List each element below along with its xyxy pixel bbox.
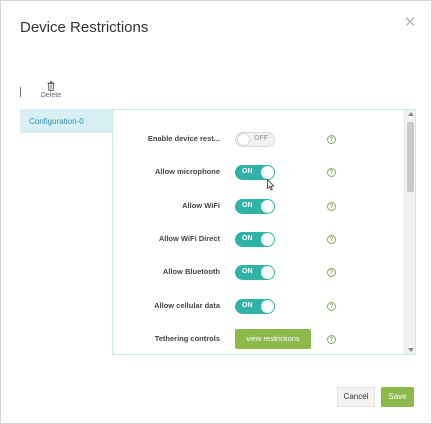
toggle-knob <box>237 133 250 146</box>
trash-icon <box>47 81 55 91</box>
delete-label: Delete <box>40 92 62 99</box>
cancel-button[interactable]: Cancel <box>337 387 375 407</box>
toggle-knob <box>261 266 274 279</box>
save-button[interactable]: Save <box>381 387 414 407</box>
device-restrictions-dialog: Device Restrictions ✕ Delete Configurati… <box>0 0 432 424</box>
setting-label: Tethering controls <box>154 334 220 343</box>
toolbar-divider <box>20 87 21 97</box>
configuration-list: Configuration-0 <box>20 109 112 355</box>
toggle-knob <box>261 300 274 313</box>
setting-row-allow-bluetooth: Allow Bluetooth ON ? <box>113 262 403 282</box>
delete-button[interactable]: Delete <box>37 81 65 99</box>
view-restrictions-button[interactable]: view restrictions <box>235 329 311 349</box>
setting-row-tethering-controls: Tethering controls view restrictions ? <box>113 329 403 349</box>
help-icon[interactable]: ? <box>327 168 336 177</box>
setting-label: Allow WiFi <box>182 201 220 210</box>
scroll-down-arrow-icon[interactable] <box>408 348 414 352</box>
toggle-state: ON <box>242 302 253 309</box>
setting-row-allow-wifi-direct: Allow WiFi Direct ON ? <box>113 229 403 249</box>
setting-row-allow-cellular-data: Allow cellular data ON ? <box>113 296 403 316</box>
help-icon[interactable]: ? <box>327 235 336 244</box>
setting-label: Allow WiFi Direct <box>158 234 220 243</box>
scroll-up-arrow-icon[interactable] <box>408 112 414 116</box>
toggle-knob <box>261 233 274 246</box>
configuration-item[interactable]: Configuration-0 <box>20 109 112 133</box>
allow-cellular-data-toggle[interactable]: ON <box>235 299 275 314</box>
mouse-cursor-icon <box>267 179 275 191</box>
help-icon[interactable]: ? <box>327 202 336 211</box>
toggle-state: OFF <box>254 135 268 142</box>
help-icon[interactable]: ? <box>327 135 336 144</box>
vertical-scrollbar[interactable] <box>404 110 415 354</box>
setting-label: Allow microphone <box>154 167 220 176</box>
allow-microphone-toggle[interactable]: ON <box>235 165 275 180</box>
toggle-knob <box>261 200 274 213</box>
help-icon[interactable]: ? <box>327 268 336 277</box>
toggle-knob <box>261 166 274 179</box>
toggle-state: ON <box>242 168 253 175</box>
dialog-title: Device Restrictions <box>20 19 149 36</box>
help-icon[interactable]: ? <box>327 302 336 311</box>
enable-device-restrictions-toggle[interactable]: OFF <box>235 132 275 147</box>
toggle-state: ON <box>242 202 253 209</box>
setting-row-allow-wifi: Allow WiFi ON ? <box>113 196 403 216</box>
close-icon[interactable]: ✕ <box>403 15 417 31</box>
setting-row-enable-device-restrictions: Enable device rest... OFF ? <box>113 129 403 149</box>
setting-label: Allow cellular data <box>154 301 220 310</box>
toggle-state: ON <box>242 235 253 242</box>
setting-row-allow-microphone: Allow microphone ON ? <box>113 162 403 182</box>
settings-panel: Enable device rest... OFF ? Allow microp… <box>112 109 416 355</box>
allow-bluetooth-toggle[interactable]: ON <box>235 265 275 280</box>
toggle-state: ON <box>242 268 253 275</box>
allow-wifi-toggle[interactable]: ON <box>235 199 275 214</box>
setting-label: Enable device rest... <box>147 134 220 143</box>
setting-label: Allow Bluetooth <box>162 267 220 276</box>
help-icon[interactable]: ? <box>327 335 336 344</box>
scroll-thumb[interactable] <box>407 122 414 192</box>
allow-wifi-direct-toggle[interactable]: ON <box>235 232 275 247</box>
